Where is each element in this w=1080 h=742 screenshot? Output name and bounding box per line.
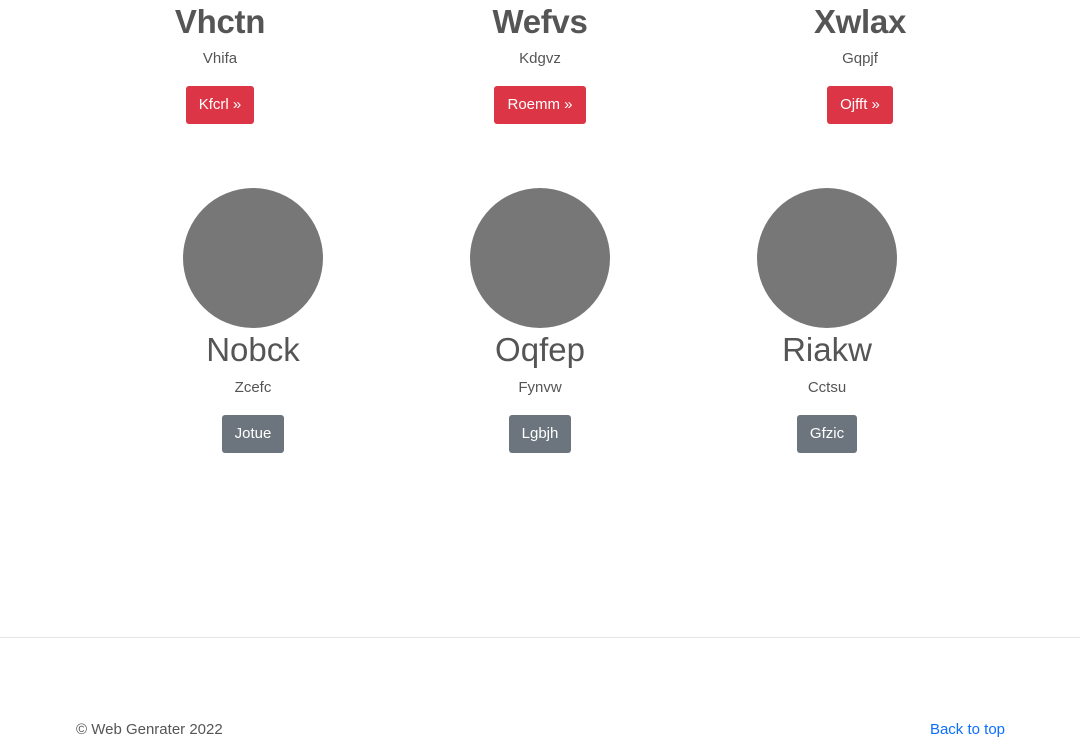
marketing-button-3[interactable]: Gfzic	[796, 415, 858, 453]
feature-button-3[interactable]: Ojfft »	[827, 86, 893, 124]
marketing-text: Cctsu	[807, 379, 847, 396]
placeholder-image	[470, 188, 610, 328]
page: Vhctn Vhifa Kfcrl » Wefvs Kdgvz Roemm » …	[0, 0, 1080, 742]
marketing-text: Fynvw	[518, 379, 562, 396]
marketing-text: Zcefc	[234, 379, 272, 396]
feature-title: Vhctn	[174, 3, 266, 40]
placeholder-image	[757, 188, 897, 328]
feature-text: Kdgvz	[519, 50, 561, 67]
feature-text: Vhifa	[202, 50, 238, 67]
placeholder-image	[183, 188, 323, 328]
marketing-column-1: Nobck Zcefc Jotue	[133, 188, 373, 453]
marketing-column-3: Riakw Cctsu Gfzic	[707, 188, 947, 453]
marketing-title: Riakw	[782, 331, 872, 368]
feature-column-3: Xwlax Gqpjf Ojfft »	[740, 0, 980, 124]
feature-text: Gqpjf	[842, 50, 878, 67]
back-to-top-link[interactable]: Back to top	[930, 721, 1005, 739]
feature-button-1[interactable]: Kfcrl »	[185, 86, 255, 124]
marketing-title: Nobck	[206, 331, 300, 368]
marketing-button-2[interactable]: Lgbjh	[508, 415, 572, 453]
footer-copyright: © Web Genrater 2022	[76, 721, 223, 738]
feature-button-2[interactable]: Roemm »	[494, 86, 586, 124]
marketing-button-1[interactable]: Jotue	[221, 415, 285, 453]
feature-title: Xwlax	[813, 3, 907, 40]
marketing-title: Oqfep	[495, 331, 585, 368]
feature-column-2: Wefvs Kdgvz Roemm »	[420, 0, 660, 124]
feature-column-1: Vhctn Vhifa Kfcrl »	[100, 0, 340, 124]
feature-title: Wefvs	[492, 3, 588, 40]
marketing-column-2: Oqfep Fynvw Lgbjh	[420, 188, 660, 453]
footer-divider	[0, 637, 1080, 638]
